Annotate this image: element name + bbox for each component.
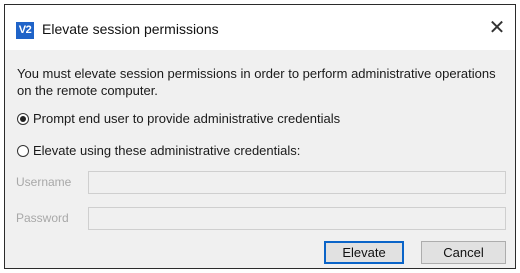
cancel-button[interactable]: Cancel <box>421 241 506 264</box>
title-bar: V2 Elevate session permissions ✕ <box>5 5 515 50</box>
radio-elevate-credentials-label: Elevate using these administrative crede… <box>33 143 301 158</box>
elevate-dialog: V2 Elevate session permissions ✕ You mus… <box>4 4 516 269</box>
username-field[interactable] <box>88 171 506 194</box>
app-logo-icon: V2 <box>16 22 34 39</box>
password-field[interactable] <box>88 207 506 230</box>
radio-elevate-credentials[interactable]: Elevate using these administrative crede… <box>17 143 300 158</box>
radio-unselected-icon[interactable] <box>17 144 29 157</box>
dialog-title: Elevate session permissions <box>42 21 219 37</box>
radio-prompt-end-user-label: Prompt end user to provide administrativ… <box>33 111 341 126</box>
radio-prompt-end-user[interactable]: Prompt end user to provide administrativ… <box>17 111 340 126</box>
password-label: Password <box>16 211 69 225</box>
radio-selected-icon[interactable] <box>17 112 29 125</box>
elevate-button[interactable]: Elevate <box>324 241 404 264</box>
close-icon[interactable]: ✕ <box>485 15 509 41</box>
username-label: Username <box>16 175 72 189</box>
instruction-text: You must elevate session permissions in … <box>17 66 496 98</box>
